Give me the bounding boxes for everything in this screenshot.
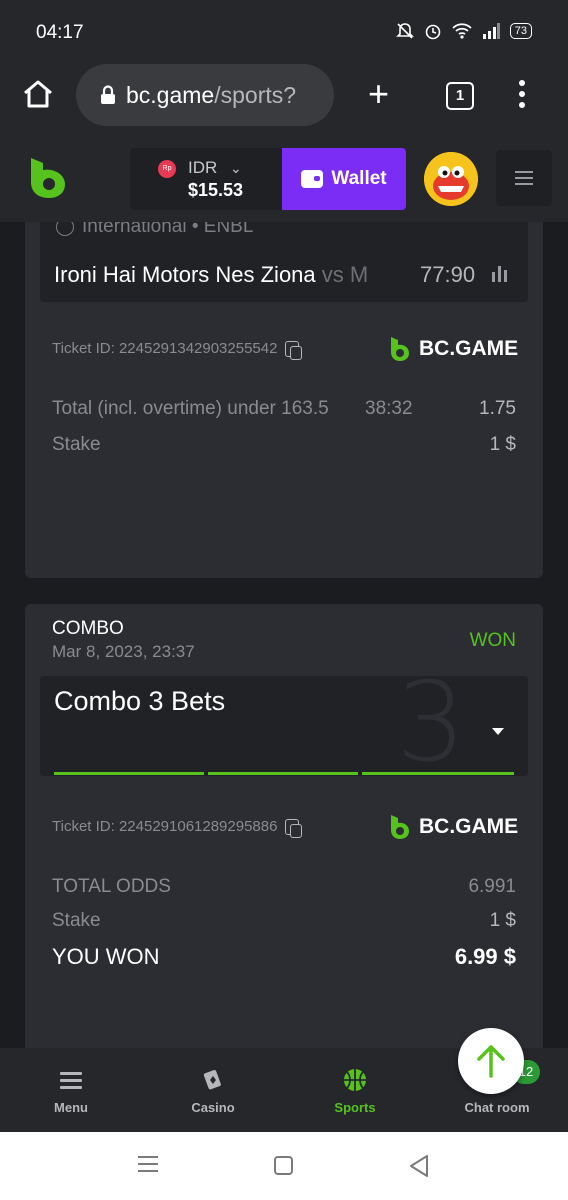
- wallet-label: Wallet: [331, 168, 387, 189]
- menu-icon: [60, 1072, 82, 1089]
- avatar[interactable]: [424, 152, 478, 206]
- stake-label: Stake: [52, 910, 101, 931]
- brand-name: BC.GAME: [419, 337, 519, 360]
- wallet-icon: [301, 170, 324, 188]
- recents-icon[interactable]: [138, 1156, 158, 1172]
- dino-avatar-icon: [424, 152, 478, 206]
- total-odds-row: TOTAL ODDS 6.991: [52, 876, 516, 898]
- home-square-icon[interactable]: [274, 1156, 293, 1175]
- selection-odds: 1.75: [479, 398, 516, 419]
- combo-expander[interactable]: 3 Combo 3 Bets: [40, 676, 528, 776]
- currency-selector[interactable]: Rp IDR ⌄ $15.53: [130, 148, 282, 210]
- nav-casino[interactable]: Casino: [158, 1066, 268, 1115]
- selection-text: Total (incl. overtime) under 163.5: [52, 398, 329, 419]
- stake-row: Stake 1 $: [52, 910, 516, 932]
- page: International • ENBL Ironi Hai Motors Ne…: [0, 0, 568, 1200]
- url-host: bc.game: [126, 81, 215, 108]
- payout-row: YOU WON 6.99 $: [52, 944, 516, 970]
- payout-label: YOU WON: [52, 944, 160, 969]
- wifi-icon: [452, 23, 472, 39]
- match-teams: Ironi Hai Motors Nes Ziona vs M: [54, 262, 368, 288]
- address-bar[interactable]: bc.game/sports?: [76, 64, 334, 126]
- status-bar: 04:17 73: [0, 0, 568, 64]
- stake-row: Stake 1 $: [52, 434, 516, 456]
- ticket-id: Ticket ID: 2245291061289295886: [52, 818, 278, 835]
- ticket-id-row: Ticket ID: 2245291342903255542: [52, 340, 303, 360]
- basketball-icon: [344, 1069, 366, 1091]
- signal-icon: [482, 23, 500, 39]
- stats-icon[interactable]: [492, 266, 507, 282]
- bet-card-combo: COMBO Mar 8, 2023, 23:37 WON 3 Combo 3 B…: [25, 604, 543, 1064]
- team-home: Ironi Hai Motors Nes Ziona: [54, 262, 316, 287]
- bc-logo-icon: [391, 337, 409, 361]
- alarm-icon: [425, 24, 441, 40]
- brand-name: BC.GAME: [419, 815, 519, 838]
- nav-label: Menu: [54, 1100, 88, 1115]
- clock: 04:17: [36, 22, 84, 43]
- ticket-id: Ticket ID: 2245291342903255542: [52, 340, 278, 357]
- url-path: /sports?: [214, 81, 297, 108]
- wallet-button[interactable]: Wallet: [282, 148, 406, 210]
- status-icons: 73: [395, 22, 532, 40]
- brand-logo: BC.GAME: [389, 814, 518, 840]
- stake-value: 1 $: [489, 434, 516, 455]
- leg-progress-2: [208, 772, 358, 775]
- copy-icon[interactable]: [285, 818, 303, 838]
- caret-down-icon[interactable]: [492, 728, 504, 735]
- combo-count: 3: [396, 676, 466, 776]
- bell-off-icon: [395, 23, 414, 39]
- menu-toggle-button[interactable]: [496, 150, 552, 206]
- url-text: bc.game/sports?: [126, 82, 296, 109]
- scroll-to-top-button[interactable]: [458, 1028, 524, 1094]
- bet-date: Mar 8, 2023, 23:37: [52, 642, 195, 661]
- nav-label: Sports: [334, 1100, 376, 1115]
- lock-icon: [101, 85, 115, 104]
- site-header: Rp IDR ⌄ $15.53 Wallet: [0, 130, 568, 222]
- battery-icon: 73: [509, 23, 532, 39]
- total-odds-value: 6.991: [468, 876, 516, 897]
- chevron-down-icon: ⌄: [230, 160, 242, 176]
- stake-value: 1 $: [489, 910, 516, 931]
- nav-label: Chat room: [464, 1100, 530, 1115]
- browser-toolbar: bc.game/sports? + 1: [0, 64, 568, 130]
- cards-icon: [203, 1070, 221, 1090]
- ticket-id-row: Ticket ID: 2245291061289295886: [52, 818, 303, 838]
- copy-icon[interactable]: [285, 340, 303, 360]
- new-tab-button[interactable]: +: [368, 76, 389, 112]
- payout-value: 6.99 $: [454, 944, 516, 969]
- team-away: vs M: [321, 262, 369, 287]
- selection-score: 38:32: [365, 398, 413, 419]
- nav-sports[interactable]: Sports: [300, 1066, 410, 1115]
- total-odds-label: TOTAL ODDS: [52, 876, 171, 897]
- match-score: 77:90: [414, 262, 476, 288]
- bc-logo-icon: [391, 815, 409, 839]
- tab-switcher-button[interactable]: 1: [446, 82, 474, 110]
- nav-menu[interactable]: Menu: [16, 1066, 126, 1115]
- system-nav-bar: [0, 1132, 568, 1200]
- status-badge: WON: [469, 630, 516, 651]
- nav-label: Casino: [191, 1100, 235, 1115]
- bc-game-logo[interactable]: [28, 156, 68, 200]
- back-icon[interactable]: [408, 1154, 430, 1178]
- more-options-icon[interactable]: [516, 80, 528, 108]
- leg-progress-3: [362, 772, 514, 775]
- balance-amount: $15.53: [188, 180, 244, 200]
- brand-logo: BC.GAME: [389, 336, 518, 362]
- idr-coin-icon: Rp: [158, 160, 176, 178]
- home-icon[interactable]: [22, 78, 54, 110]
- bet-type: COMBO: [52, 618, 124, 639]
- stake-label: Stake: [52, 434, 101, 455]
- arrow-up-icon: [477, 1045, 505, 1078]
- combo-title: Combo 3 Bets: [54, 686, 226, 716]
- currency-code: IDR: [188, 158, 218, 177]
- bet-card-single: International • ENBL Ironi Hai Motors Ne…: [25, 190, 543, 578]
- leg-progress-1: [54, 772, 204, 775]
- selection-row: Total (incl. overtime) under 163.5 1.75: [52, 398, 516, 420]
